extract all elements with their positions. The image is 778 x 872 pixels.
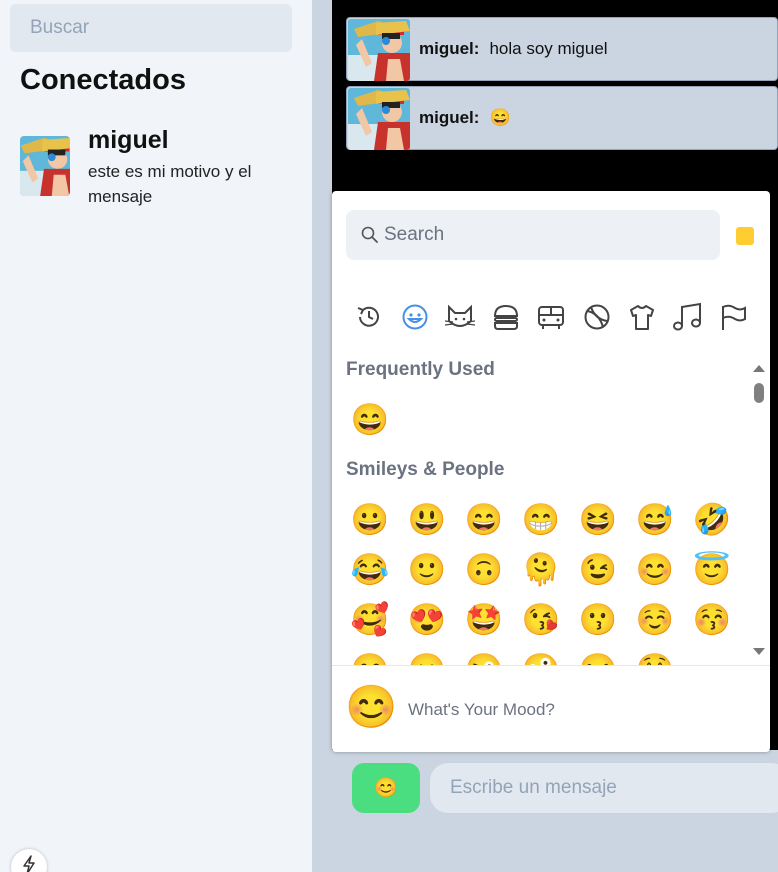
picker-footer: 😊 What's Your Mood? <box>332 665 770 752</box>
emoji-item[interactable]: 🫠 <box>517 545 565 595</box>
burger-icon[interactable] <box>489 298 523 336</box>
bolt-icon[interactable] <box>11 849 47 872</box>
emoji-item[interactable]: 😄 <box>346 395 394 445</box>
message-text: hola soy miguel <box>489 39 608 58</box>
emoji-item[interactable]: 😛 <box>403 645 451 665</box>
emoji-item[interactable]: 😆 <box>574 495 622 545</box>
emoji-item[interactable]: 🤪 <box>517 645 565 665</box>
emoji-search-input[interactable]: Search <box>346 210 720 260</box>
frequent-emoji-grid: 😄 <box>346 395 745 445</box>
message-input[interactable] <box>430 763 778 813</box>
emoji-item[interactable]: 😚 <box>688 595 736 645</box>
emoji-item[interactable]: 😋 <box>346 645 394 665</box>
contact-name: miguel <box>88 126 169 154</box>
contact-status: este es mi motivo y el mensaje <box>88 162 252 206</box>
emoji-item[interactable]: 🤣 <box>688 495 736 545</box>
sidebar: Conectados miguel este es mi motivo y el… <box>0 0 312 872</box>
chat-panel: miguel: hola soy miguel miguel: 😄 Search <box>312 0 778 872</box>
connected-heading: Conectados <box>20 64 186 96</box>
message-author: miguel: <box>419 39 480 58</box>
emoji-item[interactable]: 🥰 <box>346 595 394 645</box>
contact-search-input[interactable] <box>10 4 292 52</box>
emoji-item[interactable]: 😉 <box>574 545 622 595</box>
emoji-search-placeholder: Search <box>384 224 445 245</box>
skin-tone-selector[interactable] <box>736 227 754 245</box>
emoji-item[interactable]: 😇 <box>688 545 736 595</box>
emoji-item[interactable]: 😘 <box>517 595 565 645</box>
emoji-item[interactable]: 😅 <box>631 495 679 545</box>
emoji-item[interactable]: 🤑 <box>631 645 679 665</box>
message-text: 😄 <box>489 108 511 127</box>
emoji-item[interactable]: 😂 <box>346 545 394 595</box>
contact-item[interactable]: miguel este es mi motivo y el mensaje <box>20 126 300 216</box>
scroll-down-icon <box>753 648 765 655</box>
flag-icon[interactable] <box>716 298 750 336</box>
cat-icon[interactable] <box>443 298 477 336</box>
emoji-item[interactable]: 😗 <box>574 595 622 645</box>
message-author: miguel: <box>419 108 480 127</box>
emoji-picker: Search Frequently Used 😄 Smileys & Peopl… <box>332 191 770 752</box>
recent-icon[interactable] <box>352 298 386 336</box>
bus-icon[interactable] <box>534 298 568 336</box>
emoji-item[interactable]: 🤩 <box>460 595 508 645</box>
smiley-icon[interactable] <box>398 298 432 336</box>
emoji-item[interactable]: 😄 <box>460 495 508 545</box>
search-icon <box>361 226 379 249</box>
mood-label: What's Your Mood? <box>408 700 555 719</box>
scroll-up-icon <box>753 365 765 372</box>
emoji-scrollbar[interactable] <box>750 361 768 661</box>
section-title-frequent: Frequently Used <box>346 359 495 380</box>
emoji-item[interactable]: 😀 <box>346 495 394 545</box>
category-bar <box>344 298 758 336</box>
emoji-item[interactable]: 🙂 <box>403 545 451 595</box>
message-item: miguel: 😄 <box>346 86 778 150</box>
emoji-item[interactable]: 😝 <box>574 645 622 665</box>
section-title-smileys: Smileys & People <box>346 459 505 480</box>
scrollbar-thumb[interactable] <box>754 383 764 403</box>
emoji-item[interactable]: 😊 <box>631 545 679 595</box>
emoji-item[interactable]: 😍 <box>403 595 451 645</box>
shirt-icon[interactable] <box>625 298 659 336</box>
avatar-straw-hat-icon <box>348 88 410 150</box>
smileys-emoji-grid: 😀😃😄😁😆😅🤣 😂🙂🙃🫠😉😊😇 🥰😍🤩😘😗☺️😚 😋 😛 😜 🤪 😝 🤑 <box>346 495 745 665</box>
music-icon[interactable] <box>671 298 705 336</box>
emoji-list: Frequently Used 😄 Smileys & People 😀 😃 😄 😁 😆… <box>332 357 770 665</box>
avatar-straw-hat-icon <box>348 19 410 81</box>
emoji-item[interactable]: 😃 <box>403 495 451 545</box>
emoji-item[interactable]: ☺️ <box>631 595 679 645</box>
emoji-item[interactable]: 🙃 <box>460 545 508 595</box>
avatar-straw-hat-icon <box>20 136 70 196</box>
emoji-toggle-button[interactable]: 😊 <box>352 763 420 813</box>
message-item: miguel: hola soy miguel <box>346 17 778 81</box>
ball-icon[interactable] <box>580 298 614 336</box>
emoji-item[interactable]: 😜 <box>460 645 508 665</box>
emoji-item[interactable]: 😁 <box>517 495 565 545</box>
emoji-preview: 😊 <box>345 683 398 730</box>
